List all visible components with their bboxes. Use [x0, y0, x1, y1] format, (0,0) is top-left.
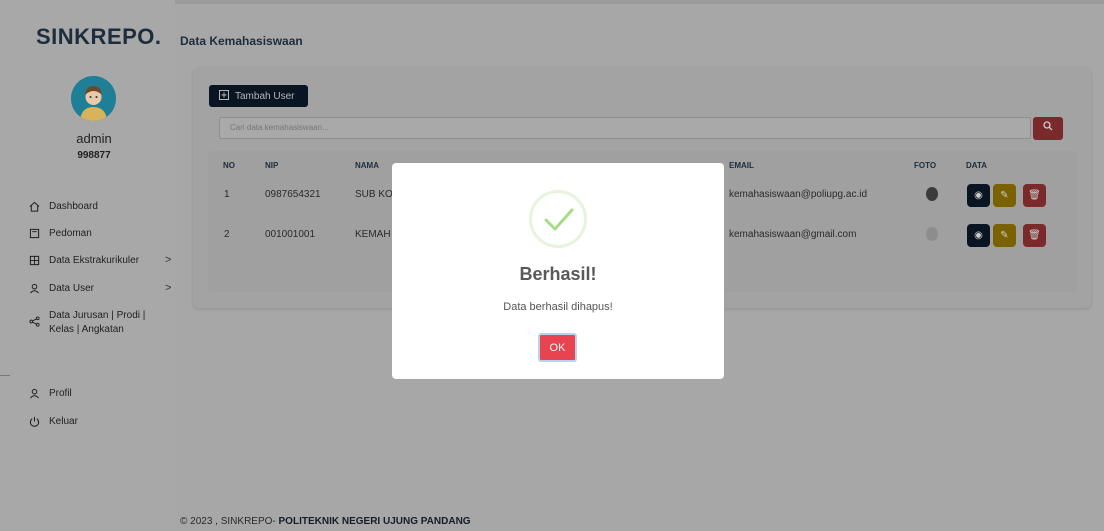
sidebar-item-label: Pedoman [49, 227, 92, 239]
delete-button[interactable]: 🗑 [1023, 184, 1046, 207]
delete-button[interactable]: 🗑 [1023, 224, 1046, 247]
user-id: 998877 [77, 150, 111, 161]
view-button[interactable]: ◉ [967, 224, 990, 247]
search-button[interactable] [1033, 117, 1063, 140]
edit-button[interactable]: ✎ [993, 224, 1016, 247]
user-name: admin [76, 131, 112, 146]
user-avatar-icon [71, 76, 116, 121]
sidebar-item-dashboard[interactable]: Dashboard [28, 200, 98, 212]
sidebar-item-label: Data User [49, 282, 95, 294]
cell-nip: 0987654321 [265, 189, 321, 200]
cell-no: 2 [224, 229, 230, 240]
sidebar-item-pedoman[interactable]: Pedoman [28, 227, 92, 239]
column-header: NO [223, 161, 235, 170]
search-icon [1043, 121, 1053, 131]
edit-button[interactable]: ✎ [993, 184, 1016, 207]
sidebar-item-label: Dashboard [49, 200, 98, 212]
sidebar-divider [0, 375, 10, 376]
eye-icon: ◉ [974, 230, 983, 241]
power-icon [28, 415, 40, 427]
photo-thumbnail[interactable] [926, 187, 938, 201]
view-button[interactable]: ◉ [967, 184, 990, 207]
dialog-title: Berhasil! [519, 264, 597, 284]
column-header: NAMA [355, 161, 379, 170]
chevron-right-icon: > [165, 254, 172, 266]
ok-button[interactable]: OK [538, 333, 577, 362]
add-square-icon [219, 89, 229, 103]
cell-nama: KEMAH [355, 229, 391, 240]
dialog-message: Data berhasil dihapus! [503, 301, 613, 313]
brand-logo[interactable]: SINKREPO. [36, 24, 162, 50]
user-icon [28, 282, 40, 294]
footer-text: © 2023 , SINKREPO- [180, 516, 279, 527]
trash-icon: 🗑 [1028, 190, 1041, 201]
column-header: DATA [966, 161, 988, 170]
book-icon [28, 227, 40, 239]
home-icon [28, 200, 40, 212]
grid-icon [28, 254, 40, 266]
sidebar-item-profil[interactable]: Profil [28, 387, 72, 399]
sidebar-item-label-line2: Kelas | Angkatan [49, 324, 124, 335]
pencil-icon: ✎ [1000, 190, 1009, 201]
footer-org: POLITEKNIK NEGERI UJUNG PANDANG [278, 516, 471, 527]
sidebar-item-label: Keluar [49, 415, 78, 427]
sidebar-item-keluar[interactable]: Keluar [28, 415, 78, 427]
eye-icon: ◉ [974, 190, 983, 201]
cell-no: 1 [224, 189, 230, 200]
column-header: FOTO [914, 161, 937, 170]
cell-email: kemahasiswaan@gmail.com [729, 229, 857, 240]
photo-thumbnail[interactable] [926, 227, 938, 241]
search-input[interactable]: Cari data kemahasiswaan... [219, 117, 1031, 139]
cell-nip: 001001001 [265, 229, 316, 240]
avatar [71, 76, 116, 121]
cell-email: kemahasiswaan@poliupg.ac.id [729, 189, 868, 200]
chevron-right-icon: > [165, 282, 172, 294]
success-dialog: Berhasil! Data berhasil dihapus! OK [392, 163, 724, 379]
sidebar-item-ekstrakurikuler[interactable]: Data Ekstrakurikuler > [28, 254, 171, 266]
trash-icon: 🗑 [1028, 230, 1041, 241]
add-user-button[interactable]: Tambah User [209, 85, 308, 107]
sidebar-item-label: Data Ekstrakurikuler [49, 254, 140, 266]
pencil-icon: ✎ [1000, 230, 1009, 241]
success-check-icon [529, 190, 587, 248]
add-user-label: Tambah User [235, 90, 295, 102]
column-header: EMAIL [729, 161, 754, 170]
share-icon [28, 315, 40, 327]
footer: © 2023 , SINKREPO- POLITEKNIK NEGERI UJU… [180, 516, 471, 527]
sidebar-item-data-user[interactable]: Data User > [28, 282, 171, 294]
cell-nama: SUB KO [355, 189, 393, 200]
page-title: Data Kemahasiswaan [180, 34, 303, 48]
sidebar-item-label: Data Jurusan | Prodi | [49, 310, 146, 321]
sidebar-item-label: Profil [49, 387, 72, 399]
user-icon [28, 387, 40, 399]
sidebar-item-data-jurusan[interactable]: Data Jurusan | Prodi | Kelas | Angkatan [28, 309, 145, 337]
column-header: NIP [265, 161, 279, 170]
